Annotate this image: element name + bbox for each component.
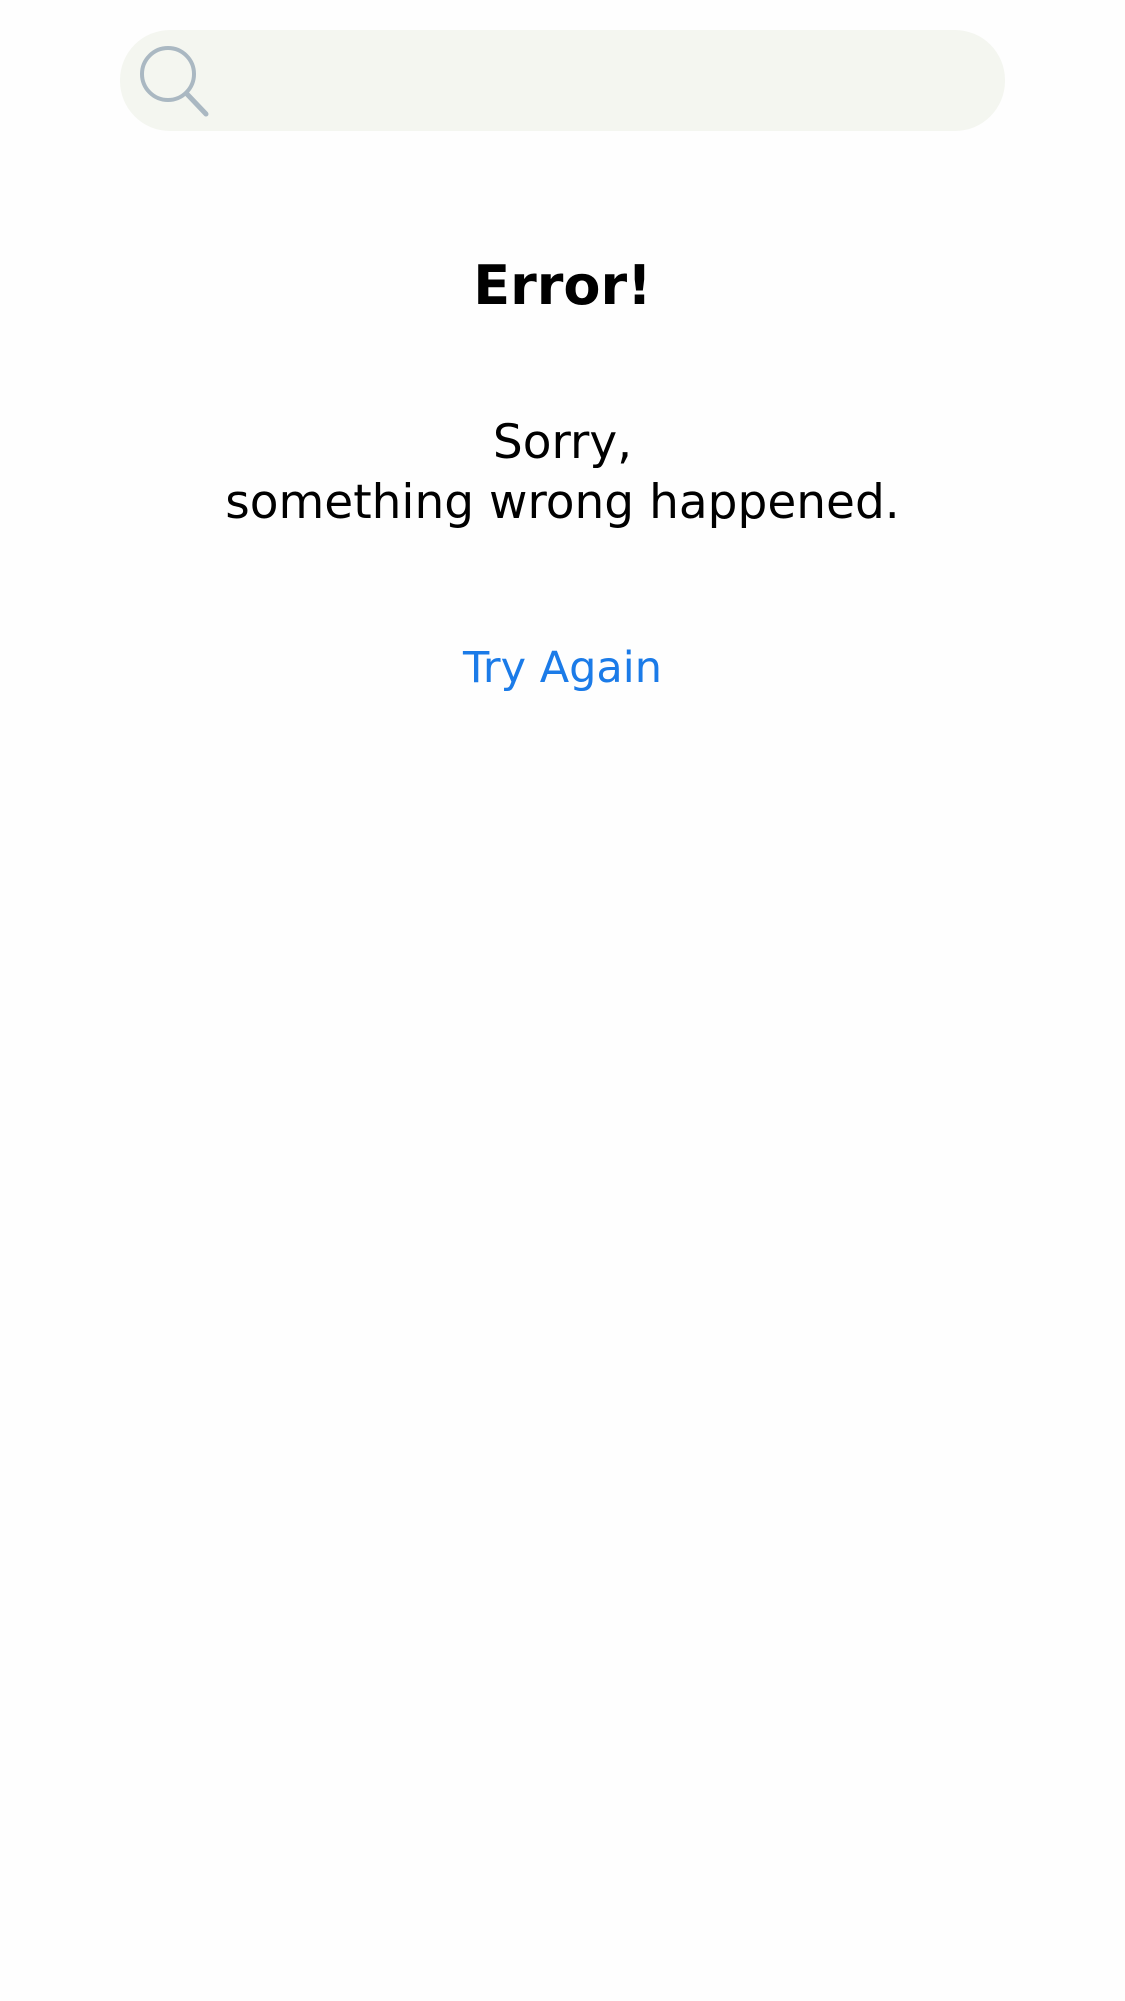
error-title: Error! (473, 254, 652, 317)
search-input[interactable] (215, 30, 975, 131)
error-message-line-2: something wrong happened. (225, 475, 900, 530)
error-message: Sorry, something wrong happened. (0, 413, 1125, 533)
error-message-line-1: Sorry, (492, 415, 633, 470)
search-icon (138, 44, 210, 118)
try-again-button[interactable]: Try Again (0, 640, 1125, 696)
